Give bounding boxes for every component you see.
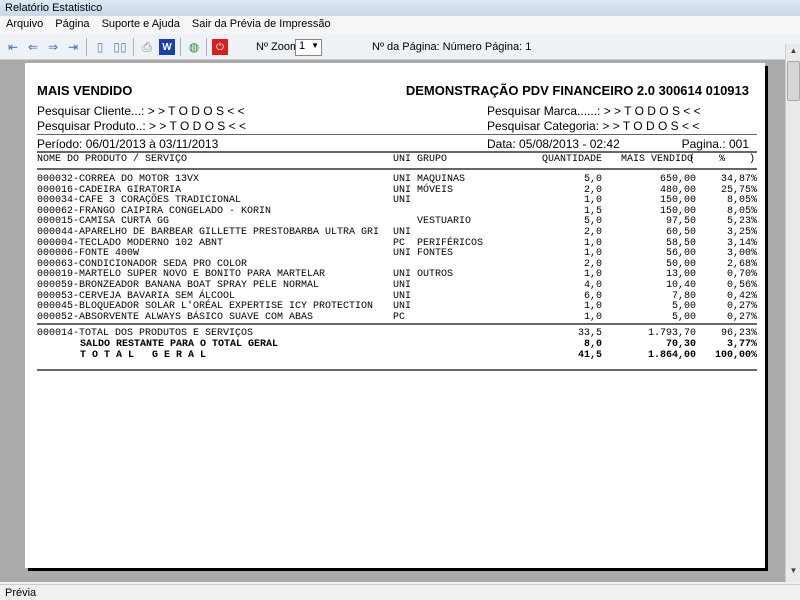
header-quantidade: QUANTIDADE (541, 154, 602, 165)
next-page-icon[interactable]: ⇒ (45, 39, 61, 55)
row-uni: UNI (393, 227, 412, 238)
header-nome: NOME DO PRODUTO / SERVIÇO (37, 154, 188, 165)
report-title: MAIS VENDIDO (37, 83, 133, 98)
total-percent: 96,23% (720, 328, 757, 339)
row-mais-vendido: 650,00 (659, 174, 696, 185)
page-number-label: Nº da Página: Número Página: 1 (372, 41, 532, 53)
printer-icon[interactable]: ⎙ (139, 39, 155, 55)
header-mais-vendido: MAIS VENDIDO (621, 154, 694, 165)
menu-bar: Arquivo Página Suporte e Ajuda Sair da P… (0, 16, 800, 34)
row-uni: UNI (393, 280, 412, 291)
divider (37, 168, 757, 170)
separator (133, 38, 134, 56)
menu-suporte[interactable]: Suporte e Ajuda (102, 18, 180, 32)
row-mais-vendido: 5,00 (671, 311, 696, 323)
total-valor: 70,30 (665, 339, 696, 350)
row-uni: UNI (393, 248, 412, 260)
row-percent: 0,56% (726, 280, 757, 291)
total-percent: 3,77% (726, 339, 757, 350)
separator (206, 38, 207, 56)
total-percent: 100,00% (714, 350, 757, 361)
row-grupo: MAQUINAS (417, 174, 466, 185)
row-percent: 3,25% (726, 227, 757, 238)
chevron-down-icon: ▼ (311, 41, 319, 50)
header-uni: UNI (393, 154, 412, 165)
total-quantidade: 41,5 (577, 350, 602, 361)
toolbar: ⇤ ⇐ ⇒ ⇥ ▯ ▯▯ ⎙ W ◍ ⏻ Nº Zoom 1 ▼ Nº da Pá… (0, 34, 800, 60)
header-percent: ( % ) (688, 154, 755, 165)
row-quantidade: 4,0 (583, 280, 602, 291)
filter-categoria: Pesquisar Categoria: > > T O D O S < < (487, 119, 700, 133)
last-page-icon[interactable]: ⇥ (65, 39, 81, 55)
divider (37, 369, 757, 371)
row-name: 000044-APARELHO DE BARBEAR GILLETTE PRES… (37, 227, 380, 238)
first-page-icon[interactable]: ⇤ (5, 39, 21, 55)
window-title: Relatório Estatistico (0, 0, 800, 16)
row-quantidade: 5,0 (583, 174, 602, 185)
menu-sair-previa[interactable]: Sair da Prévia de Impressão (192, 18, 331, 32)
word-export-icon[interactable]: W (159, 39, 175, 55)
row-quantidade: 2,0 (583, 227, 602, 238)
row-uni: PC (393, 311, 406, 323)
previous-page-icon[interactable]: ⇐ (25, 39, 41, 55)
row-name: 000032-CORREA DO MOTOR 13VX (37, 174, 200, 185)
row-grupo: OUTROS (417, 269, 454, 281)
scroll-thumb[interactable] (787, 61, 800, 101)
total-label: SALDO RESTANTE PARA O TOTAL GERAL (80, 339, 279, 350)
row-uni: UNI (393, 174, 412, 185)
row-mais-vendido: 10,40 (665, 280, 696, 291)
vertical-scrollbar[interactable]: ▲ ▼ (785, 44, 800, 582)
total-valor: 1.864,00 (647, 350, 696, 361)
row-name: 000052-ABSORVENTE ALWAYS BÁSICO SUAVE CO… (37, 311, 314, 323)
total-label: 000014-TOTAL DOS PRODUTOS E SERVIÇOS (37, 328, 254, 339)
globe-export-icon[interactable]: ◍ (186, 39, 202, 55)
total-valor: 1.793,70 (647, 328, 696, 339)
row-grupo: VESTUARIO (417, 216, 472, 228)
report-company: DEMONSTRAÇÃO PDV FINANCEIRO 2.0 300614 0… (405, 83, 749, 98)
zoom-label: Nº Zoom (256, 41, 300, 53)
row-mais-vendido: 60,50 (665, 227, 696, 238)
close-power-icon[interactable]: ⏻ (212, 39, 228, 55)
filter-cliente: Pesquisar Cliente...: > > T O D O S < < (37, 104, 245, 118)
row-grupo: FONTES (417, 248, 454, 260)
filter-produto: Pesquisar Produto..: > > T O D O S < < (37, 119, 246, 133)
separator (86, 38, 87, 56)
row-grupo: MÓVEIS (417, 184, 454, 196)
menu-pagina[interactable]: Página (55, 18, 89, 32)
row-uni: UNI (393, 195, 412, 207)
two-pages-icon[interactable]: ▯▯ (112, 39, 128, 55)
total-quantidade: 33,5 (577, 328, 602, 339)
report-date: Data: 05/08/2013 - 02:42 (487, 137, 620, 151)
report-page: MAIS VENDIDO DEMONSTRAÇÃO PDV FINANCEIRO… (25, 63, 765, 568)
status-bar: Prévia (0, 584, 800, 600)
divider (37, 134, 757, 135)
page-counter: Pagina.: 001 (681, 137, 749, 151)
divider (37, 323, 757, 325)
divider (37, 151, 757, 153)
row-name: 000059-BRONZEADOR BANANA BOAT SPRAY PELE… (37, 280, 320, 291)
single-page-icon[interactable]: ▯ (92, 39, 108, 55)
separator (180, 38, 181, 56)
zoom-select[interactable]: 1 ▼ (295, 39, 322, 56)
total-label: T O T A L G E R A L (80, 350, 207, 361)
row-percent: 0,27% (726, 311, 757, 323)
total-quantidade: 8,0 (583, 339, 602, 350)
preview-area: MAIS VENDIDO DEMONSTRAÇÃO PDV FINANCEIRO… (0, 60, 785, 582)
row-percent: 34,87% (720, 174, 757, 185)
header-grupo: GRUPO (417, 154, 448, 165)
scroll-up-icon[interactable]: ▲ (787, 46, 800, 60)
zoom-value: 1 (299, 40, 306, 52)
periodo: Período: 06/01/2013 à 03/11/2013 (37, 137, 219, 151)
row-quantidade: 1,0 (583, 311, 602, 323)
menu-arquivo[interactable]: Arquivo (6, 18, 43, 32)
scroll-down-icon[interactable]: ▼ (787, 566, 800, 580)
filter-marca: Pesquisar Marca......: > > T O D O S < < (487, 104, 701, 118)
